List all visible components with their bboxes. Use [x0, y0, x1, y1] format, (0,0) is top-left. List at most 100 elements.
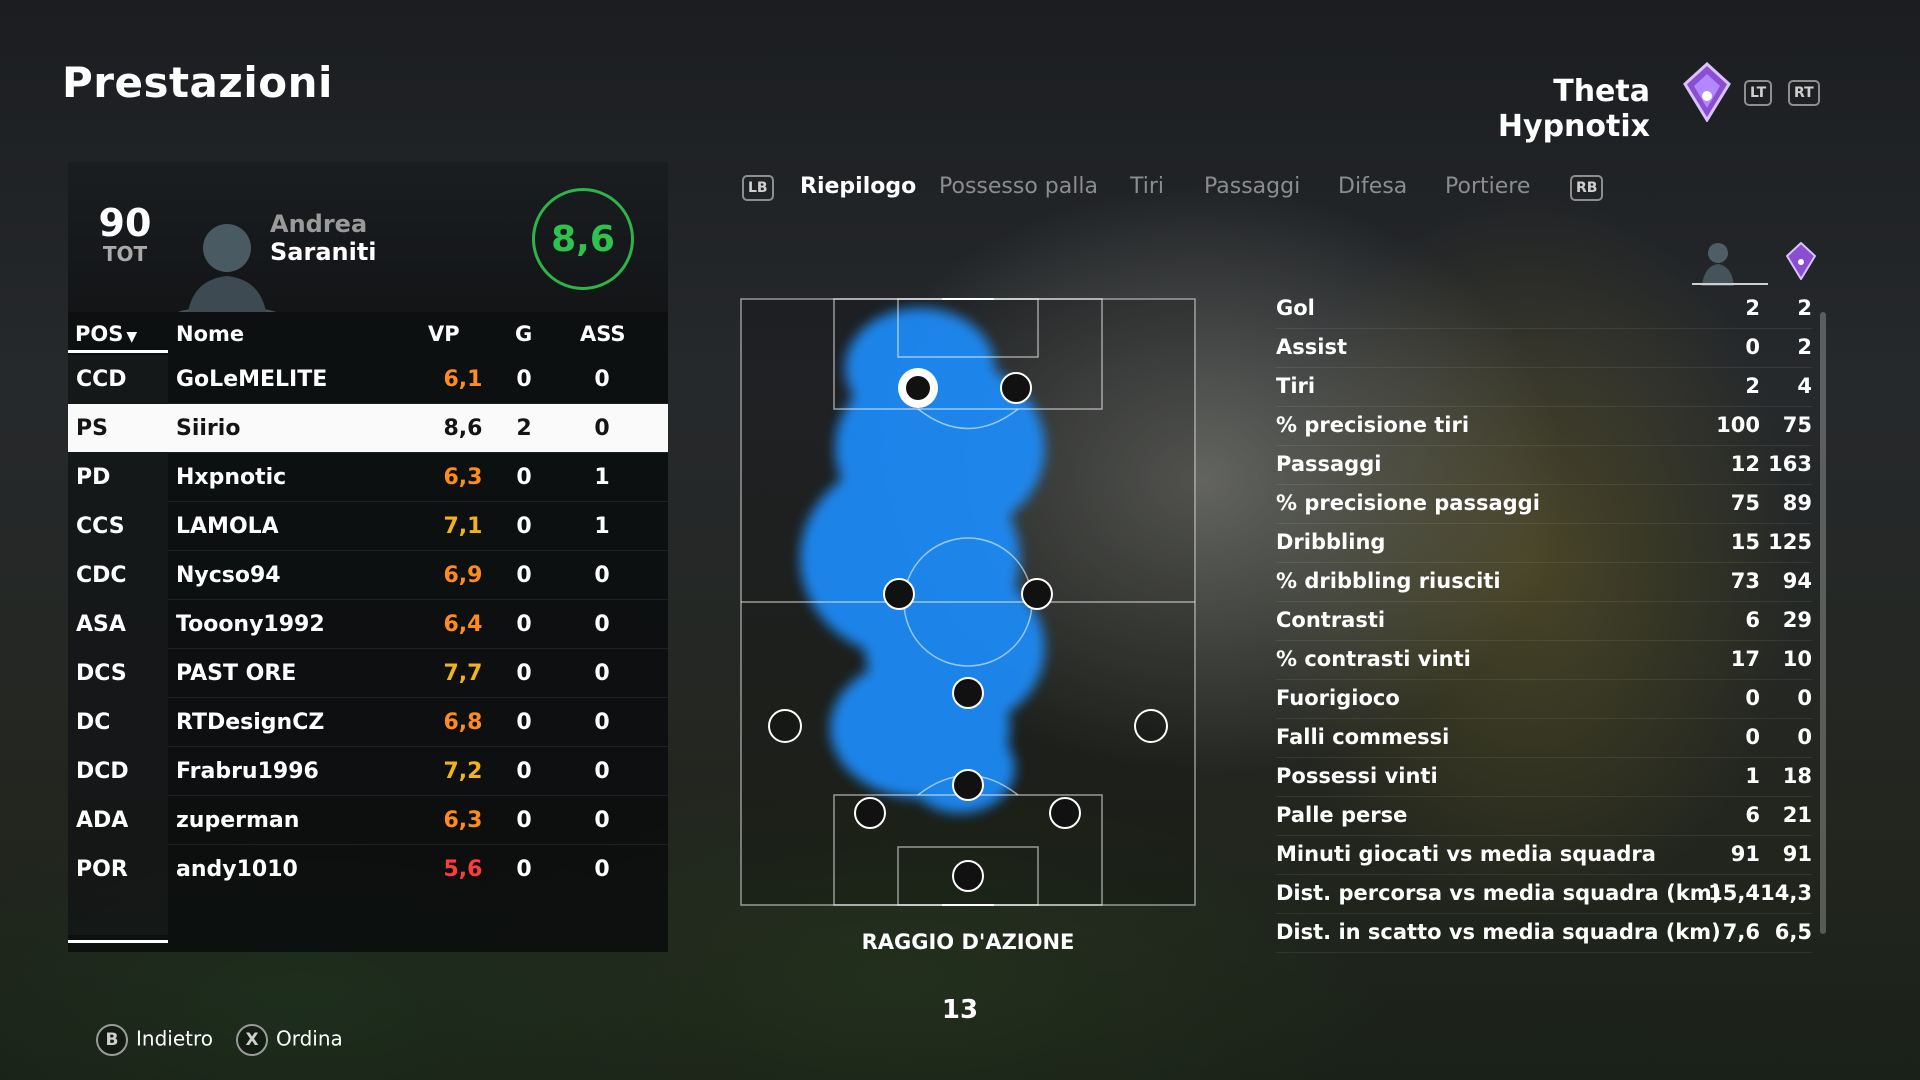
stat-row: Contrasti 6 29 — [1276, 602, 1812, 641]
row-assists: 1 — [594, 465, 610, 490]
player-position-dot — [952, 860, 984, 892]
tab-portiere[interactable]: Portiere — [1445, 174, 1530, 199]
table-row[interactable]: CCD GoLeMELITE 6,1 0 0 — [68, 355, 668, 403]
row-name: LAMOLA — [176, 514, 279, 539]
row-assists: 0 — [594, 563, 610, 588]
stat-team-value: 2 — [1797, 335, 1812, 359]
player-last-name: Saraniti — [270, 238, 377, 266]
stat-player-value: 17 — [1730, 647, 1760, 671]
team-name: Theta Hypnotix — [1497, 74, 1650, 144]
tab-passaggi[interactable]: Passaggi — [1204, 174, 1300, 199]
stat-player-value: 75 — [1730, 491, 1760, 515]
header-name[interactable]: Nome — [176, 322, 244, 346]
table-row[interactable]: CCS LAMOLA 7,1 0 1 — [68, 502, 668, 550]
tab-difesa[interactable]: Difesa — [1338, 174, 1407, 199]
row-pos: CDC — [76, 563, 127, 588]
stat-row: Palle perse 6 21 — [1276, 797, 1812, 836]
stat-label: Assist — [1276, 335, 1347, 359]
stat-row: % contrasti vinti 17 10 — [1276, 641, 1812, 680]
sort-label: Ordina — [276, 1026, 343, 1051]
page-title: Prestazioni — [62, 58, 333, 107]
stat-team-value: 125 — [1768, 530, 1812, 554]
table-row[interactable]: ADA zuperman 6,3 0 0 — [68, 796, 668, 844]
stat-label: Fuorigioco — [1276, 686, 1400, 710]
header-g[interactable]: G — [515, 322, 532, 346]
table-row[interactable]: DCD Frabru1996 7,2 0 0 — [68, 747, 668, 795]
stat-player-value: 0 — [1745, 725, 1760, 749]
table-row[interactable]: PS Siirio 8,6 2 0 — [68, 404, 668, 452]
header-vp[interactable]: VP — [428, 322, 460, 346]
row-vp: 6,3 — [443, 808, 483, 833]
lt-button[interactable]: LT — [1744, 80, 1773, 106]
stat-label: % precisione tiri — [1276, 413, 1470, 437]
stat-team-value: 10 — [1782, 647, 1812, 671]
row-assists: 0 — [594, 759, 610, 784]
row-assists: 0 — [594, 661, 610, 686]
stat-row: Gol 2 2 — [1276, 290, 1812, 329]
stat-team-value: 0 — [1797, 725, 1812, 749]
match-rating: 8,6 — [532, 188, 634, 290]
row-pos: DC — [76, 710, 111, 735]
lb-button[interactable]: LB — [742, 175, 774, 201]
row-goals: 0 — [516, 612, 532, 637]
stats-scrollbar[interactable] — [1820, 312, 1826, 934]
row-pos: POR — [76, 857, 128, 882]
row-name: Frabru1996 — [176, 759, 319, 784]
back-action[interactable]: B Indietro — [96, 1024, 213, 1056]
stat-row: Falli commessi 0 0 — [1276, 719, 1812, 758]
row-vp: 6,9 — [443, 563, 483, 588]
table-row[interactable]: ASA Tooony1992 6,4 0 0 — [68, 600, 668, 648]
sort-action[interactable]: X Ordina — [236, 1024, 343, 1056]
player-position-dot — [768, 709, 802, 743]
table-row[interactable]: DCS PAST ORE 7,7 0 0 — [68, 649, 668, 697]
player-position-dot — [1049, 797, 1081, 829]
heatmap-pitch — [740, 296, 1196, 908]
player-overall: 90 TOT — [90, 204, 160, 266]
player-position-dot — [883, 578, 915, 610]
rt-button[interactable]: RT — [1788, 80, 1820, 106]
stat-label: Gol — [1276, 296, 1315, 320]
stat-label: Tiri — [1276, 374, 1316, 398]
stat-team-value: 75 — [1782, 413, 1812, 437]
row-name: Siirio — [176, 416, 241, 441]
player-position-dot — [854, 797, 886, 829]
row-vp: 6,8 — [443, 710, 483, 735]
stat-player-value: 0 — [1745, 686, 1760, 710]
stat-player-value: 1 — [1745, 764, 1760, 788]
row-assists: 0 — [594, 612, 610, 637]
stat-label: Contrasti — [1276, 608, 1386, 632]
row-vp: 5,6 — [443, 857, 483, 882]
header-pos[interactable]: POS ▼ — [75, 322, 137, 346]
tab-possesso-palla[interactable]: Possesso palla — [939, 174, 1098, 199]
row-goals: 0 — [516, 710, 532, 735]
sort-down-icon: ▼ — [126, 329, 138, 345]
rb-button[interactable]: RB — [1570, 175, 1604, 201]
stat-row: Minuti giocati vs media squadra 91 91 — [1276, 836, 1812, 875]
stat-row: Dist. in scatto vs media squadra (km) 7,6… — [1276, 914, 1812, 953]
table-row[interactable]: PD Hxpnotic 6,3 0 1 — [68, 453, 668, 501]
row-assists: 0 — [594, 416, 610, 441]
row-assists: 1 — [594, 514, 610, 539]
player-position-dot — [1134, 709, 1168, 743]
stat-team-value: 4 — [1797, 374, 1812, 398]
stat-row: % dribbling riusciti 73 94 — [1276, 563, 1812, 602]
stat-label: Passaggi — [1276, 452, 1382, 476]
row-name: PAST ORE — [176, 661, 297, 686]
tab-riepilogo[interactable]: Riepilogo — [800, 174, 916, 199]
table-row[interactable]: CDC Nycso94 6,9 0 0 — [68, 551, 668, 599]
tab-tiri[interactable]: Tiri — [1130, 174, 1164, 199]
table-row[interactable]: POR andy1010 5,6 0 0 — [68, 845, 668, 893]
stat-label: % dribbling riusciti — [1276, 569, 1501, 593]
row-vp: 7,7 — [443, 661, 483, 686]
row-pos: DCD — [76, 759, 129, 784]
stat-team-value: 14,3 — [1760, 881, 1812, 905]
row-assists: 0 — [594, 808, 610, 833]
row-pos: DCS — [76, 661, 127, 686]
table-row[interactable]: DC RTDesignCZ 6,8 0 0 — [68, 698, 668, 746]
row-name: andy1010 — [176, 857, 298, 882]
header-ass[interactable]: ASS — [580, 322, 626, 346]
stat-team-value: 2 — [1797, 296, 1812, 320]
stat-divider — [1276, 952, 1812, 953]
stat-player-value: 7,6 — [1722, 920, 1760, 944]
player-first-name: Andrea — [270, 210, 368, 238]
